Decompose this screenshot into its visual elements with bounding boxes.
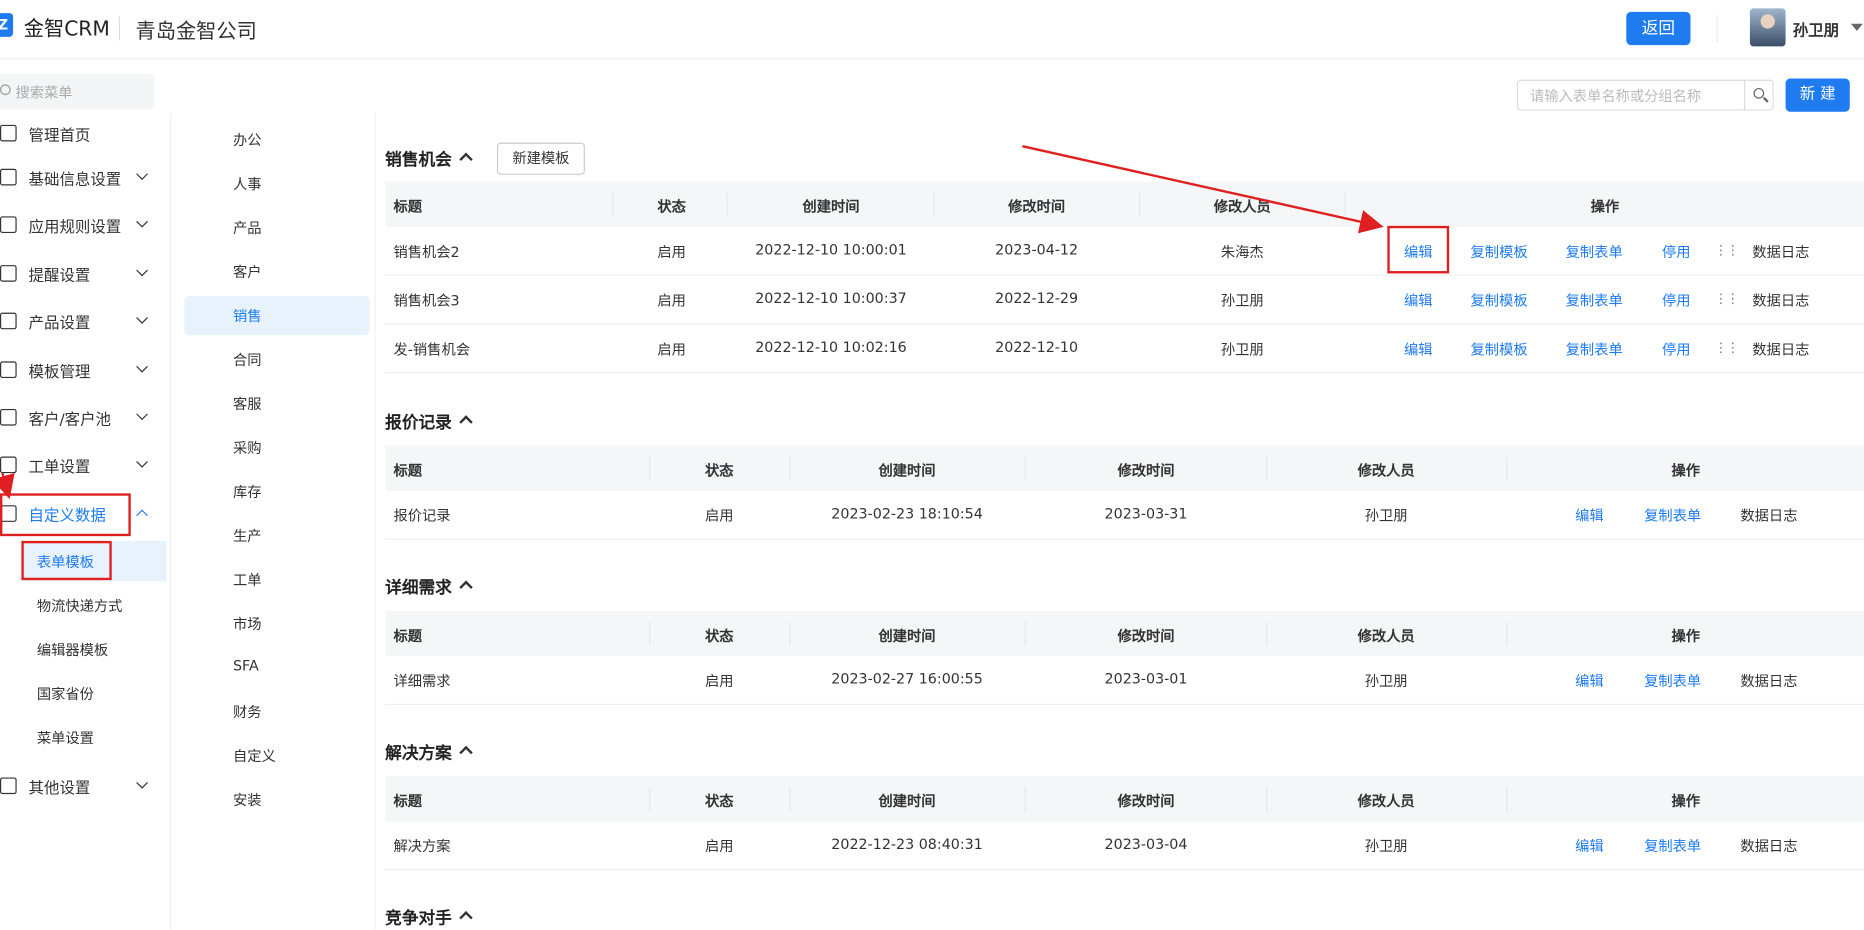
annotation-arrow-edit — [1022, 145, 1384, 234]
annotation-arrows — [0, 145, 1384, 500]
annotation-arrow-custom-data — [0, 472, 15, 500]
